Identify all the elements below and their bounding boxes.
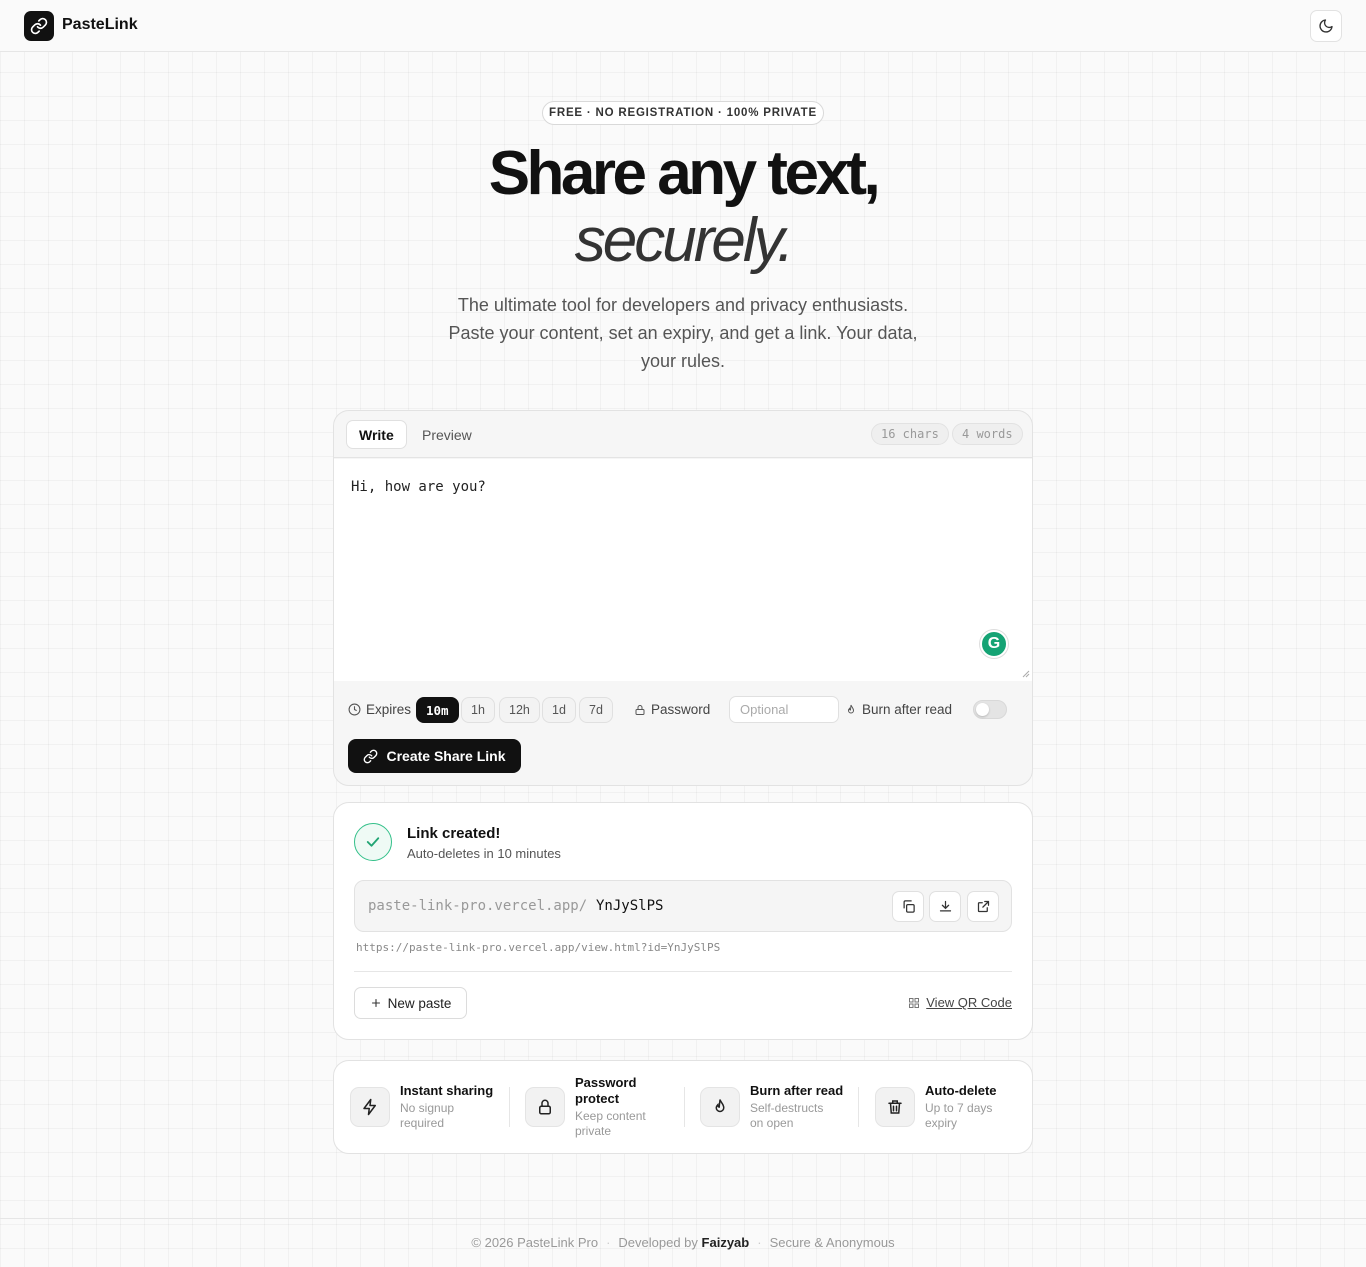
lock-icon	[635, 704, 645, 715]
new-paste-label: New paste	[387, 995, 452, 1011]
footer-author-link[interactable]: Faizyab	[702, 1235, 750, 1250]
expiry-option-1h[interactable]: 1h	[461, 697, 495, 723]
options-row: Expires 10m 1h 12h 1d 7d Password Burn a…	[348, 696, 1020, 724]
feature-title: Instant sharing	[400, 1083, 494, 1098]
download-icon	[939, 900, 951, 912]
footer-divider	[0, 1218, 1366, 1219]
copy-link-button[interactable]	[892, 891, 924, 922]
grammarly-icon[interactable]: G	[980, 630, 1008, 658]
footer: © 2026 PasteLink Pro · Developed by Faizya…	[471, 1235, 895, 1250]
feature-instant-sharing: Instant sharing No signup required	[350, 1061, 500, 1155]
result-card: Link created! Auto-deletes in 10 minutes…	[333, 802, 1033, 1040]
full-url[interactable]: https://paste-link-pro.vercel.app/view.h…	[356, 941, 720, 954]
logo-link-icon[interactable]	[24, 11, 54, 41]
footer-tagline: Secure & Anonymous	[769, 1235, 895, 1250]
open-link-button[interactable]	[967, 891, 999, 922]
burn-after-read-toggle[interactable]	[973, 700, 1007, 719]
share-link-box[interactable]: paste-link-pro.vercel.app/ YnJySlPS	[354, 880, 1012, 932]
trash-icon	[875, 1087, 915, 1127]
create-share-link-button[interactable]: Create Share Link	[348, 739, 521, 773]
divider	[354, 971, 1012, 972]
expiry-option-7d[interactable]: 7d	[579, 697, 613, 723]
feature-desc: No signup required	[400, 1101, 455, 1130]
create-button-label: Create Share Link	[386, 748, 506, 764]
expiry-option-12h[interactable]: 12h	[499, 697, 540, 723]
char-count-badge: 16 chars	[871, 423, 949, 445]
feature-desc: Self-destructs on open	[750, 1101, 824, 1130]
theme-toggle-button[interactable]	[1310, 10, 1342, 42]
editor-tabs: Write Preview 16 chars 4 words	[334, 411, 1032, 458]
result-subtitle: Auto-deletes in 10 minutes	[407, 846, 561, 861]
burn-after-read-label: Burn after read	[862, 702, 953, 717]
feature-title: Password protect	[575, 1075, 637, 1106]
footer-developed-by: Developed by	[618, 1235, 698, 1250]
expiry-option-1d[interactable]: 1d	[542, 697, 576, 723]
brand-name[interactable]: PasteLink	[62, 16, 138, 34]
plus-icon	[371, 998, 380, 1008]
feature-title: Burn after read	[750, 1083, 844, 1098]
feature-auto-delete: Auto-delete Up to 7 days expiry	[875, 1061, 1025, 1155]
clock-icon	[348, 703, 361, 716]
copy-icon	[903, 900, 915, 913]
feature-desc: Up to 7 days expiry	[925, 1101, 993, 1130]
top-navbar: PasteLink	[0, 0, 1366, 52]
link-icon	[364, 749, 378, 763]
qr-code-icon	[909, 997, 920, 1008]
tab-preview[interactable]: Preview	[410, 420, 484, 449]
flame-icon	[700, 1087, 740, 1127]
editor-card: Write Preview 16 chars 4 words Expires 1…	[333, 410, 1033, 786]
hero-subtitle: The ultimate tool for developers and pri…	[448, 295, 918, 371]
expiry-option-10m[interactable]: 10m	[416, 697, 459, 723]
link-id: YnJySlPS	[596, 898, 664, 914]
lock-icon	[525, 1087, 565, 1127]
external-link-icon	[977, 900, 989, 913]
password-label: Password	[651, 702, 711, 717]
qr-code-label: View QR Code	[926, 995, 1012, 1010]
hero-badge: FREE · NO REGISTRATION · 100% PRIVATE	[542, 101, 824, 125]
feature-password-protect: Password protect Keep content private	[525, 1061, 675, 1155]
feature-desc: Keep content private	[575, 1109, 646, 1138]
resize-handle-icon[interactable]	[1020, 668, 1030, 678]
success-check-icon	[354, 823, 392, 861]
moon-icon	[1319, 19, 1333, 33]
word-count-badge: 4 words	[952, 423, 1023, 445]
flame-icon	[847, 704, 855, 713]
hero-title-italic: securely.	[574, 206, 795, 275]
feature-burn-after-read: Burn after read Self-destructs on open	[700, 1061, 850, 1155]
expires-label: Expires	[366, 702, 412, 717]
footer-copyright: © 2026 PasteLink Pro	[471, 1235, 599, 1250]
feature-title: Auto-delete	[925, 1083, 997, 1098]
download-button[interactable]	[929, 891, 961, 922]
new-paste-button[interactable]: New paste	[354, 987, 467, 1019]
password-input[interactable]	[729, 696, 839, 723]
features-card: Instant sharing No signup required Passw…	[333, 1060, 1033, 1154]
hero-title: Share any text,	[488, 139, 881, 208]
paste-content-textarea[interactable]	[334, 459, 1032, 681]
link-base-url: paste-link-pro.vercel.app/	[368, 898, 588, 914]
view-qr-code-link[interactable]: View QR Code	[908, 995, 1012, 1010]
bolt-icon	[350, 1087, 390, 1127]
tab-write[interactable]: Write	[346, 420, 407, 449]
result-title: Link created!	[407, 825, 501, 842]
